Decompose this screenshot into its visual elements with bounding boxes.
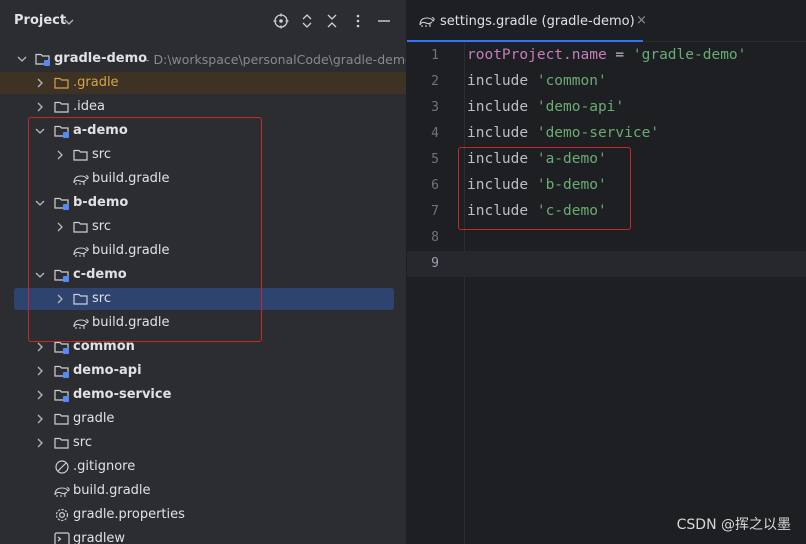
code-text: include 'demo-service' (467, 125, 660, 141)
line-number: 5 (431, 152, 439, 167)
line-number: 7 (431, 204, 439, 219)
code-line[interactable]: 2 include 'common' (407, 69, 806, 95)
close-icon[interactable]: × (636, 13, 647, 28)
excluded-folder-icon (53, 74, 71, 92)
tree-item-demo-api[interactable]: demo-api (0, 359, 406, 383)
line-number: 2 (431, 74, 439, 89)
code-line[interactable]: 1 rootProject.name = 'gradle-demo' (407, 43, 806, 69)
line-number: 1 (431, 48, 439, 63)
root-path: - D:\workspace\personalCode\gradle-demo (145, 52, 406, 67)
folder-icon (53, 410, 71, 428)
line-number: 6 (431, 178, 439, 193)
tab-label: settings.gradle (gradle-demo) (440, 14, 635, 29)
tree-item-label: demo-service (73, 387, 172, 402)
project-view-title[interactable]: Project (14, 13, 66, 28)
tree-item-src[interactable]: src (0, 431, 406, 455)
tree-root-gradle-demo[interactable]: gradle-demo - D:\workspace\personalCode\… (0, 47, 406, 71)
tab-settings-gradle[interactable]: settings.gradle (gradle-demo) × (407, 0, 679, 42)
ignore-file-icon (53, 458, 71, 476)
chevron-right-icon[interactable] (34, 437, 46, 449)
expand-collapse-icon[interactable] (298, 12, 316, 30)
code-annotation-box (458, 147, 631, 230)
project-panel-header: Project (0, 0, 406, 44)
tree-item-label: gradlew (73, 531, 126, 544)
tree-annotation-box (28, 117, 262, 342)
tree-item-gradlew[interactable]: gradlew (0, 527, 406, 544)
chevron-right-icon[interactable] (34, 101, 46, 113)
tree-item-label: gradle (73, 411, 115, 426)
code-line[interactable]: 4 include 'demo-service' (407, 121, 806, 147)
folder-icon (53, 434, 71, 452)
chevron-right-icon[interactable] (34, 365, 46, 377)
watermark: CSDN @挥之以墨 (676, 517, 791, 533)
tree-item-build-gradle[interactable]: build.gradle (0, 479, 406, 503)
module-folder-icon (34, 50, 52, 68)
code-text: rootProject.name = 'gradle-demo' (467, 47, 747, 63)
active-tab-indicator (407, 40, 643, 42)
collapse-all-icon[interactable] (323, 12, 341, 30)
tree-item-label: .gitignore (73, 459, 136, 474)
module-folder-icon (53, 362, 71, 380)
tree-item-gradle-properties[interactable]: gradle.properties (0, 503, 406, 527)
tree-item-gitignore[interactable]: .gitignore (0, 455, 406, 479)
tree-item-label: build.gradle (73, 483, 151, 498)
code-text: include 'common' (467, 73, 607, 89)
root-label: gradle-demo (54, 51, 148, 66)
line-number: 4 (431, 126, 439, 141)
gradle-elephant-icon (418, 12, 436, 30)
code-editor: settings.gradle (gradle-demo) × 1 rootPr… (407, 0, 806, 544)
folder-icon (53, 98, 71, 116)
chevron-down-icon[interactable] (63, 14, 75, 28)
project-tool-window: Project gradle-demo - D:\workspace\perso… (0, 0, 406, 544)
chevron-right-icon[interactable] (34, 413, 46, 425)
line-number: 9 (431, 256, 439, 271)
tree-item-label: src (73, 435, 92, 450)
tree-item-label: .idea (73, 99, 105, 114)
tree-item-label: .gradle (73, 75, 119, 90)
tree-item-demo-service[interactable]: demo-service (0, 383, 406, 407)
tree-item-gradle-cache[interactable]: .gradle (0, 71, 406, 95)
chevron-right-icon[interactable] (34, 77, 46, 89)
tree-item-label: demo-api (73, 363, 142, 378)
tree-item-gradle-folder[interactable]: gradle (0, 407, 406, 431)
gradle-elephant-icon (53, 482, 71, 500)
tree-item-idea[interactable]: .idea (0, 95, 406, 119)
tree-item-label: gradle.properties (73, 507, 185, 522)
terminal-icon (53, 530, 71, 544)
editor-tab-bar: settings.gradle (gradle-demo) × (407, 0, 806, 42)
minimize-icon[interactable] (375, 12, 393, 30)
module-folder-icon (53, 386, 71, 404)
more-vertical-icon[interactable] (349, 12, 367, 30)
code-line-current[interactable]: 9 (407, 251, 806, 277)
gear-icon (53, 506, 71, 524)
chevron-down-icon[interactable] (16, 53, 28, 65)
code-line[interactable]: 3 include 'demo-api' (407, 95, 806, 121)
code-text: include 'demo-api' (467, 99, 625, 115)
line-number: 3 (431, 100, 439, 115)
line-number: 8 (431, 230, 439, 245)
locate-icon[interactable] (272, 12, 290, 30)
chevron-right-icon[interactable] (34, 341, 46, 353)
chevron-right-icon[interactable] (34, 389, 46, 401)
